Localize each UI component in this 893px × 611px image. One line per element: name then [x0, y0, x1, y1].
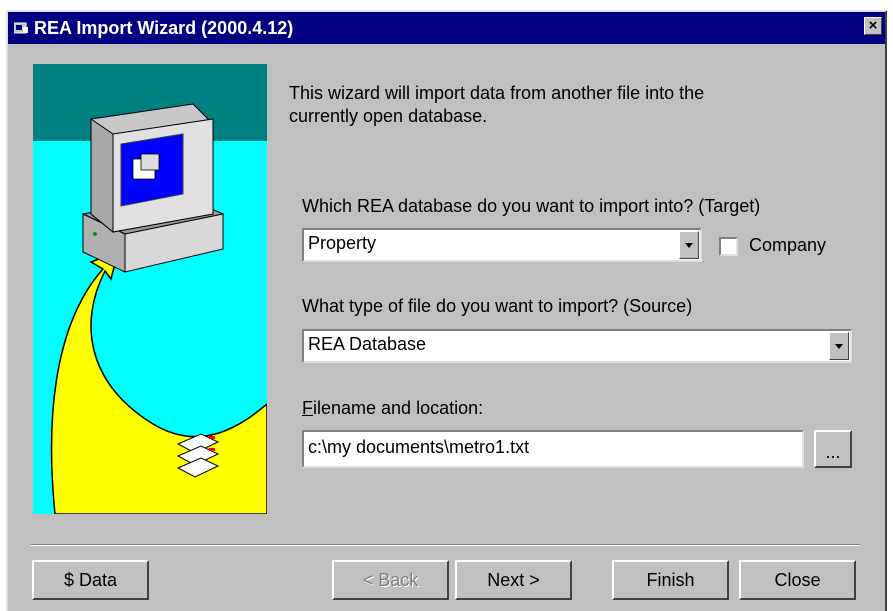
filename-value: c:\my documents\metro1.txt: [308, 437, 530, 457]
app-icon: [14, 22, 28, 34]
close-button[interactable]: Close: [739, 560, 856, 600]
source-question: What type of file do you want to import?…: [302, 296, 693, 316]
next-button[interactable]: Next >: [455, 560, 572, 600]
target-selected-value: Property: [308, 233, 377, 253]
filename-label: Filename and location:: [302, 398, 484, 418]
company-checkbox-label[interactable]: Company: [749, 234, 826, 257]
filename-input[interactable]: c:\my documents\metro1.txt: [302, 430, 804, 468]
title-bar[interactable]: REA Import Wizard (2000.4.12) ×: [8, 12, 885, 44]
import-wizard-window: REA Import Wizard (2000.4.12) × This wiz…: [6, 10, 887, 611]
close-icon: ×: [868, 17, 878, 34]
wizard-illustration: [33, 64, 267, 514]
back-button[interactable]: < Back: [332, 560, 449, 600]
company-checkbox[interactable]: [719, 237, 738, 256]
browse-button[interactable]: ...: [814, 430, 852, 468]
finish-button[interactable]: Finish: [612, 560, 729, 600]
close-window-button[interactable]: ×: [864, 17, 882, 35]
intro-text: This wizard will import data from anothe…: [289, 83, 705, 126]
data-button[interactable]: $ Data: [32, 560, 149, 600]
computer-illustration: [81, 103, 225, 273]
source-selected-value: REA Database: [308, 334, 427, 354]
target-question: Which REA database do you want to import…: [302, 196, 761, 216]
button-separator: [31, 544, 860, 546]
source-combobox[interactable]: REA Database: [302, 329, 852, 363]
dropdown-arrow-icon[interactable]: [679, 231, 699, 259]
window-title: REA Import Wizard (2000.4.12): [34, 18, 294, 38]
target-combobox[interactable]: Property: [302, 228, 702, 262]
dropdown-arrow-icon[interactable]: [829, 332, 849, 360]
